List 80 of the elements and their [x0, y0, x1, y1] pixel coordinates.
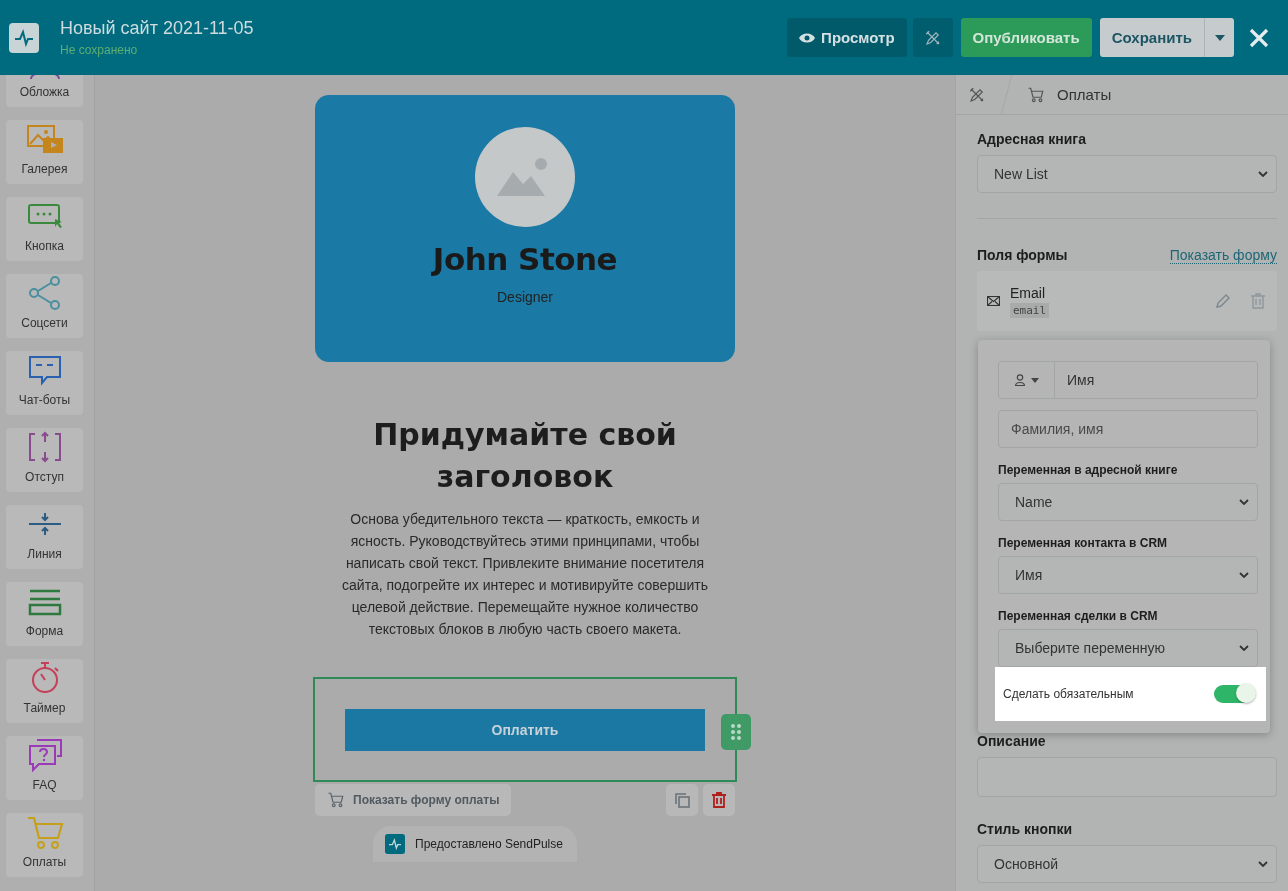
block-tile[interactable]: Обложка: [6, 75, 83, 107]
trash-icon: [712, 792, 726, 808]
tile-label: Отступ: [25, 470, 64, 484]
tile-label: Галерея: [21, 162, 68, 176]
chevron-down-icon: [1239, 645, 1249, 651]
save-button[interactable]: Сохранить: [1099, 18, 1204, 57]
pay-button[interactable]: Оплатить: [345, 708, 705, 751]
tile-label: Кнопка: [25, 239, 64, 253]
field-label: Переменная сделки в CRM: [998, 609, 1159, 623]
block-tile[interactable]: Таймер: [6, 659, 83, 723]
field-label: Адресная книга: [977, 131, 1087, 147]
caret-icon: [1214, 34, 1225, 41]
address-book-select[interactable]: New List: [977, 155, 1277, 193]
tile-label: Чат-боты: [18, 393, 71, 407]
duplicate-button[interactable]: [666, 784, 698, 816]
copy-icon: [674, 792, 690, 808]
field-label: Переменная в адресной книге: [998, 463, 1179, 477]
field-variable-tag: email: [1010, 302, 1050, 318]
save-status: Не сохранено: [60, 43, 139, 57]
block-tile[interactable]: Галерея: [6, 120, 83, 184]
block-tile[interactable]: Линия: [6, 505, 83, 569]
grip-dots-icon: [731, 724, 741, 740]
tile-label: Таймер: [23, 701, 66, 715]
tile-label: FAQ: [32, 778, 57, 792]
block-tile[interactable]: Чат-боты: [6, 351, 83, 415]
name-field[interactable]: Фамилия, имя: [998, 410, 1258, 448]
tile-label: Форма: [25, 624, 64, 638]
chevron-down-icon: [1239, 572, 1249, 578]
save-options-button[interactable]: [1204, 18, 1234, 57]
site-title: Новый сайт 2021-11-05: [60, 18, 255, 39]
person-icon: [1014, 374, 1025, 386]
block-tile[interactable]: Отступ: [6, 428, 83, 492]
tile-label: Соцсети: [21, 316, 68, 330]
field-label: Переменная контакта в CRM: [998, 536, 1169, 550]
block-tile[interactable]: Форма: [6, 582, 83, 646]
variable-select[interactable]: Выберите переменную: [998, 629, 1258, 667]
pencil-ruler-icon: [968, 85, 986, 104]
close-icon: [1249, 27, 1269, 48]
show-form-link[interactable]: Показать форму: [1169, 247, 1277, 264]
page-heading: Придумайте свой заголовок: [372, 416, 678, 496]
chevron-down-icon: [1239, 499, 1249, 505]
drag-handle[interactable]: [721, 714, 751, 750]
pulse-logo-icon: [385, 834, 406, 854]
preview-button[interactable]: Просмотр: [787, 18, 907, 57]
envelope-icon: [987, 296, 1000, 306]
eye-icon: [799, 31, 816, 44]
tile-label: Линия: [27, 547, 62, 561]
trash-icon[interactable]: [1251, 293, 1265, 309]
powered-by-text: Предоставлено SendPulse: [415, 837, 563, 851]
cart-icon: [327, 791, 345, 809]
block-tile[interactable]: Соцсети: [6, 274, 83, 338]
field-name: Email: [1010, 284, 1046, 301]
chevron-down-icon: [1258, 171, 1268, 177]
breadcrumb-item[interactable]: Оплаты: [1027, 85, 1112, 104]
chevron-down-icon: [1258, 861, 1268, 867]
profile-role: Designer: [497, 289, 553, 305]
cart-icon: [1027, 85, 1045, 104]
design-tools-crumb[interactable]: [968, 85, 986, 104]
block-tile[interactable]: FAQ: [6, 736, 83, 800]
block-tile[interactable]: Кнопка: [6, 197, 83, 261]
delete-button[interactable]: [703, 784, 735, 816]
section-label: Поля формы: [977, 247, 1068, 263]
show-payment-form-button[interactable]: Показать форму оплаты: [315, 784, 512, 816]
body-paragraph: Основа убедительного текста — краткость, емкость и ясность. Руководствуйтесь этими принципами, чтобы написать свой текст. Привлеките внимание посетителя сайта, подогрейте их интерес и мотивируйте совершить целевой действие. Перемещайте нужное количество текстовых блоков в любую часть своего макета.: [341, 510, 709, 639]
tile-label: Оплаты: [22, 855, 67, 869]
pencil-ruler-icon: [923, 28, 942, 47]
pencil-icon[interactable]: [1215, 293, 1231, 309]
variable-select[interactable]: Name: [998, 483, 1258, 521]
design-tools-button[interactable]: [912, 18, 953, 57]
toggle-label: Сделать обязательным: [1003, 687, 1134, 701]
variable-select[interactable]: Имя: [998, 556, 1258, 594]
button-style-select[interactable]: Основной: [977, 845, 1277, 883]
logo-icon: [9, 22, 39, 53]
field-label: Описание: [977, 733, 1047, 749]
tile-label: Обложка: [19, 85, 70, 99]
name-input-group[interactable]: Имя: [998, 361, 1258, 399]
caret-icon: [1030, 377, 1039, 383]
profile-name: John Stone: [432, 241, 618, 277]
field-label: Стиль кнопки: [977, 821, 1074, 837]
block-tile[interactable]: Оплаты: [6, 813, 83, 877]
